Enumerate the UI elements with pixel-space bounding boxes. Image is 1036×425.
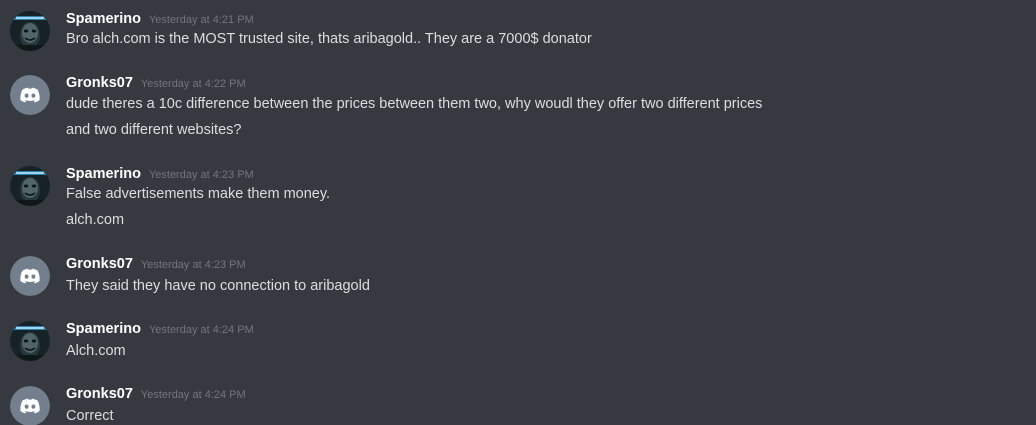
- username[interactable]: Gronks07: [66, 256, 133, 272]
- masked-user-avatar-icon[interactable]: [10, 321, 50, 361]
- discord-default-avatar-icon[interactable]: [10, 386, 50, 425]
- timestamp: Yesterday at 4:22 PM: [140, 78, 246, 90]
- message-text: Correct: [66, 408, 114, 424]
- message-header: Gronks07 Yesterday at 4:22 PM: [66, 75, 246, 95]
- message-header: Spamerino Yesterday at 4:24 PM: [66, 321, 254, 341]
- timestamp: Yesterday at 4:23 PM: [140, 259, 246, 271]
- message-text: They said they have no connection to ari…: [66, 278, 370, 294]
- message-header: Gronks07 Yesterday at 4:23 PM: [66, 256, 246, 276]
- message-text: Bro alch.com is the MOST trusted site, t…: [66, 31, 592, 47]
- timestamp: Yesterday at 4:21 PM: [148, 14, 254, 26]
- discord-default-avatar-icon[interactable]: [10, 256, 50, 296]
- username[interactable]: Gronks07: [66, 75, 133, 91]
- message-text: False advertisements make them money.: [66, 186, 331, 202]
- discord-default-avatar-icon[interactable]: [10, 75, 50, 115]
- chat-messages: Spamerino Yesterday at 4:21 PM Bro alch.…: [0, 0, 1036, 425]
- message-text: alch.com: [66, 212, 125, 228]
- username[interactable]: Spamerino: [66, 166, 141, 182]
- username[interactable]: Gronks07: [66, 386, 133, 402]
- username[interactable]: Spamerino: [66, 11, 141, 27]
- message-text: and two different websites?: [66, 122, 242, 138]
- timestamp: Yesterday at 4:24 PM: [148, 324, 254, 336]
- message-header: Gronks07 Yesterday at 4:24 PM: [66, 386, 246, 406]
- masked-user-avatar-icon[interactable]: [10, 11, 50, 51]
- masked-user-avatar-icon[interactable]: [10, 166, 50, 206]
- timestamp: Yesterday at 4:24 PM: [140, 389, 246, 401]
- message-text: Alch.com: [66, 343, 126, 359]
- message-text: dude theres a 10c difference between the…: [66, 96, 763, 112]
- timestamp: Yesterday at 4:23 PM: [148, 169, 254, 181]
- username[interactable]: Spamerino: [66, 321, 141, 337]
